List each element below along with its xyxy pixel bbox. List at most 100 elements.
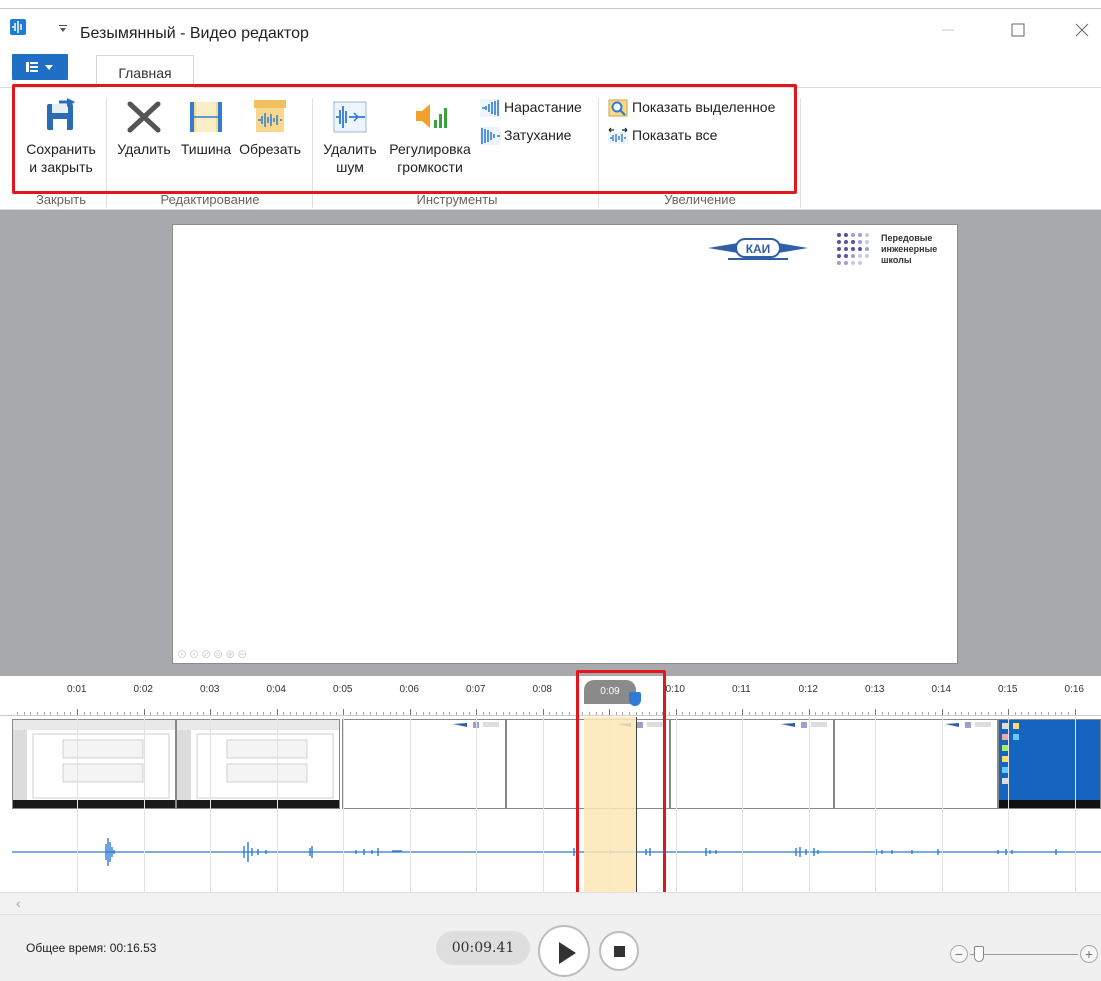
ruler-minor-tick bbox=[416, 712, 418, 715]
timeline-grid-line bbox=[476, 717, 477, 908]
denoise-button[interactable]: Удалить шум bbox=[318, 98, 382, 176]
ruler-tick bbox=[875, 709, 876, 715]
video-thumbnails[interactable] bbox=[0, 717, 1101, 811]
ruler-tick bbox=[742, 709, 743, 715]
ruler-tick bbox=[77, 709, 78, 715]
ruler-minor-tick bbox=[868, 712, 870, 715]
ruler-tick bbox=[143, 709, 145, 715]
chevron-left-icon[interactable]: ‹ bbox=[16, 895, 21, 911]
show-selected-button[interactable]: Показать выделенное bbox=[608, 96, 775, 118]
fade-out-button[interactable]: Затухание bbox=[480, 124, 571, 146]
play-button[interactable] bbox=[538, 925, 590, 977]
ruler-minor-tick bbox=[702, 712, 704, 715]
timeline-ruler[interactable]: 0:01 0:02 0:03 0:04 0:05 0:06 0:07 0:08 0:10 0:11… bbox=[0, 676, 1101, 716]
logo-text-line-1: Передовые bbox=[881, 233, 933, 243]
ruler-minor-tick bbox=[1054, 712, 1056, 715]
ruler-minor-tick bbox=[296, 712, 298, 715]
timeline-grid-line bbox=[742, 717, 743, 908]
zoom-in-button[interactable]: + bbox=[1080, 945, 1098, 963]
ruler-minor-tick bbox=[755, 712, 757, 715]
ruler-minor-tick bbox=[150, 712, 152, 715]
window-title: Безымянный - Видео редактор bbox=[80, 25, 309, 42]
show-all-icon bbox=[608, 127, 628, 145]
ruler-minor-tick bbox=[881, 712, 883, 715]
chevron-down-icon bbox=[45, 65, 53, 70]
volume-icon bbox=[416, 104, 447, 128]
trim-button[interactable]: Обрезать bbox=[236, 98, 304, 158]
ruler-minor-tick bbox=[948, 712, 950, 715]
delete-button[interactable]: Удалить bbox=[112, 98, 176, 158]
ruler-minor-tick bbox=[841, 712, 843, 715]
fade-in-button[interactable]: Нарастание bbox=[480, 96, 582, 118]
ruler-minor-tick bbox=[708, 712, 710, 715]
ruler-minor-tick bbox=[156, 712, 158, 715]
maximize-button[interactable] bbox=[1008, 20, 1028, 40]
ruler-minor-tick bbox=[422, 712, 424, 715]
thumbnail-frame bbox=[834, 719, 998, 809]
ruler-minor-tick bbox=[436, 712, 438, 715]
ruler-minor-tick bbox=[908, 712, 910, 715]
ruler-tick bbox=[343, 709, 344, 715]
close-button[interactable] bbox=[1072, 20, 1092, 40]
timeline-scrollbar[interactable]: ‹ bbox=[0, 892, 1101, 914]
zoom-slider-thumb[interactable] bbox=[974, 946, 984, 962]
ruler-minor-tick bbox=[522, 712, 524, 715]
stop-button[interactable] bbox=[599, 931, 639, 971]
ruler-minor-tick bbox=[981, 712, 983, 715]
denoise-icon bbox=[333, 101, 367, 133]
playhead-line[interactable] bbox=[636, 717, 637, 908]
selection-region[interactable] bbox=[584, 717, 636, 908]
group-label-zoom: Увеличение bbox=[664, 192, 736, 207]
ruler-minor-tick bbox=[309, 712, 311, 715]
ruler-minor-tick bbox=[549, 712, 551, 715]
timeline-grid-line bbox=[276, 717, 278, 908]
ruler-minor-tick bbox=[130, 712, 132, 715]
ruler-tick-label: 0:04 bbox=[266, 684, 286, 695]
save-close-label-1: Сохранить bbox=[26, 141, 96, 157]
ruler-minor-tick bbox=[795, 712, 797, 715]
ruler-minor-tick bbox=[402, 712, 404, 715]
ruler-minor-tick bbox=[183, 712, 185, 715]
save-close-label-2: и закрыть bbox=[29, 159, 93, 175]
ruler-minor-tick bbox=[249, 712, 251, 715]
ruler-minor-tick bbox=[655, 712, 657, 715]
ruler-minor-tick bbox=[103, 712, 105, 715]
ruler-tick-label: 0:13 bbox=[865, 684, 885, 695]
quick-access-icon[interactable] bbox=[58, 24, 68, 34]
ruler-minor-tick bbox=[336, 712, 338, 715]
playhead-handle[interactable] bbox=[629, 692, 641, 706]
ruler-minor-tick bbox=[502, 712, 504, 715]
zoom-out-button[interactable]: − bbox=[950, 945, 968, 963]
ruler-minor-tick bbox=[196, 712, 198, 715]
ruler-minor-tick bbox=[123, 712, 125, 715]
ruler-minor-tick bbox=[901, 712, 903, 715]
ruler-minor-tick bbox=[356, 712, 358, 715]
ribbon: Сохранить и закрыть Закрыть Удалить Тиши… bbox=[0, 88, 1101, 210]
trim-label: Обрезать bbox=[239, 141, 301, 157]
ruler-tick bbox=[1074, 709, 1076, 715]
ruler-minor-tick bbox=[90, 712, 92, 715]
ruler-tick bbox=[941, 709, 943, 715]
ribbon-separator bbox=[106, 98, 107, 208]
minimize-button[interactable] bbox=[938, 20, 958, 40]
save-close-button[interactable]: Сохранить и закрыть bbox=[20, 98, 102, 176]
logo-text-line-2: инженерные bbox=[881, 244, 938, 254]
ruler-minor-tick bbox=[562, 712, 564, 715]
timeline-grid-line bbox=[941, 717, 943, 908]
file-menu-button[interactable] bbox=[12, 54, 68, 80]
ruler-minor-tick bbox=[848, 712, 850, 715]
ruler-minor-tick bbox=[96, 712, 98, 715]
ruler-minor-tick bbox=[269, 712, 271, 715]
ruler-minor-tick bbox=[283, 712, 285, 715]
silence-button[interactable]: Тишина bbox=[176, 98, 236, 158]
zoom-slider-track[interactable] bbox=[970, 954, 1078, 955]
ruler-minor-tick bbox=[728, 712, 730, 715]
preview-controls[interactable]: ⊙⊙⊘⊚⊕⊖ bbox=[177, 647, 249, 661]
volume-button[interactable]: Регулировка громкости bbox=[382, 98, 478, 176]
menu-icon bbox=[26, 62, 38, 72]
show-all-button[interactable]: Показать все bbox=[608, 124, 717, 146]
ruler-minor-tick bbox=[569, 712, 571, 715]
ruler-minor-tick bbox=[110, 712, 112, 715]
tab-main[interactable]: Главная bbox=[96, 55, 194, 89]
ruler-minor-tick bbox=[529, 712, 531, 715]
